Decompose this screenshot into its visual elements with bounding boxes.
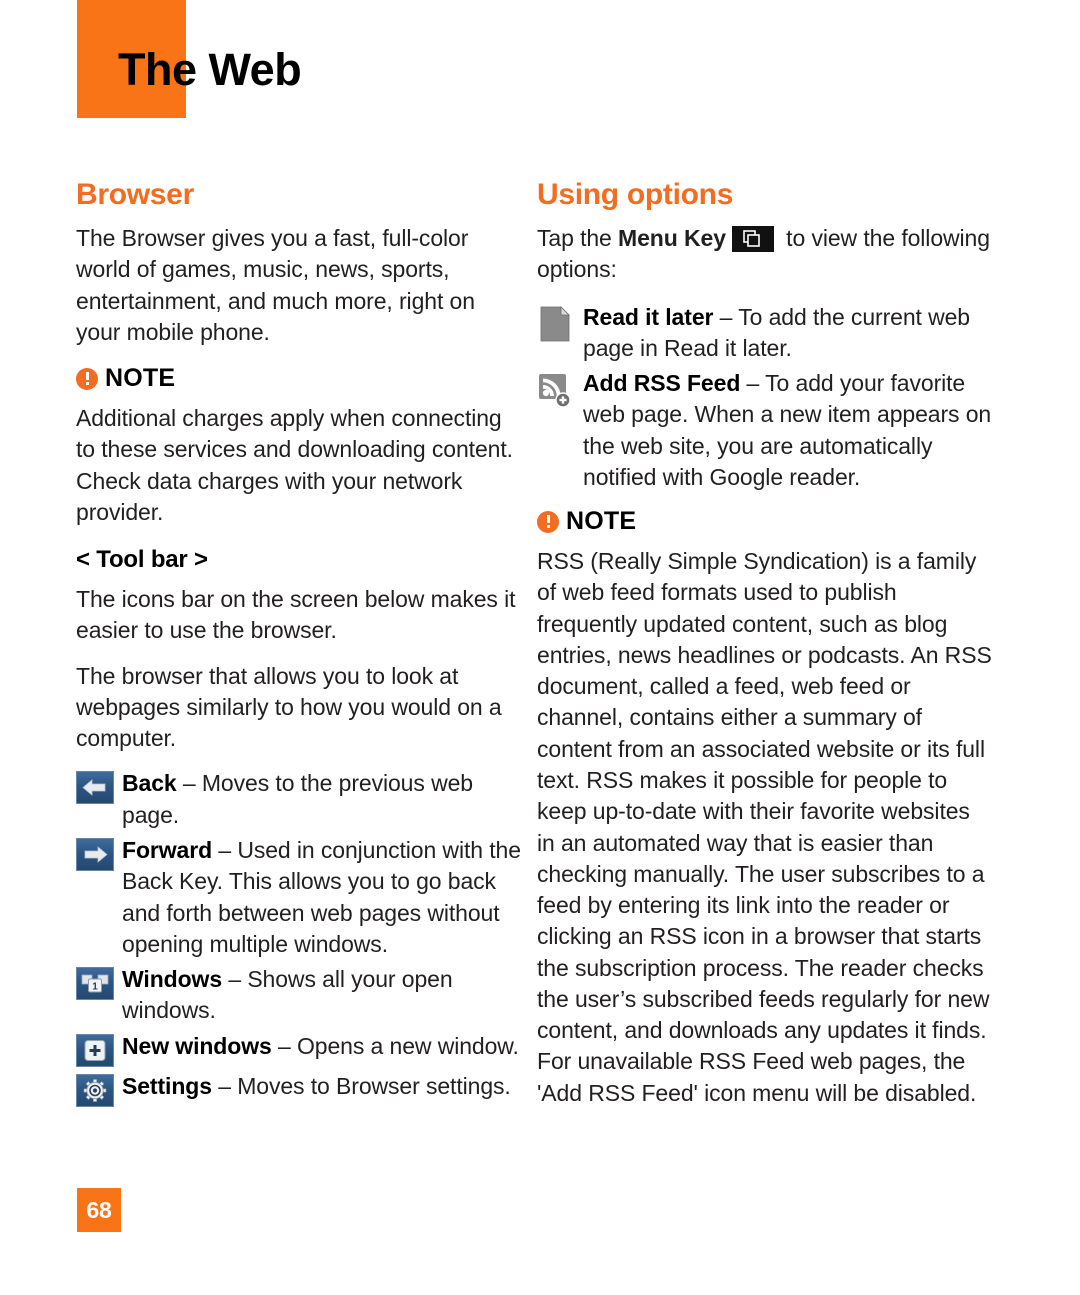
windows-stack-icon[interactable]: 1 [76,967,114,1001]
note-label: NOTE [566,507,637,536]
rss-add-icon[interactable] [537,371,583,409]
item-dash: – [176,770,202,797]
item-dash: – [740,370,766,397]
icon-cell [76,835,122,871]
note-paragraph-left: Additional charges apply when connecting… [76,405,513,525]
new-window-plus-icon[interactable] [76,1033,114,1067]
svg-text:1: 1 [92,982,98,993]
item-name: New windows [122,1032,272,1059]
note-label: NOTE [105,364,176,393]
list-item: Back – Moves to the previous web page. [76,768,521,831]
item-name: Forward [122,836,213,863]
item-description: Opens a new window. [296,1032,519,1059]
note-paragraph-right: RSS (Really Simple Syndication) is a fam… [537,548,992,1106]
page-title: The Web [118,44,302,95]
list-item: Add RSS Feed – To add your favorite web … [537,368,992,493]
page-header: The Web [0,0,1080,140]
document-page-icon[interactable] [537,305,583,343]
list-item-text: Back – Moves to the previous web page. [122,768,521,831]
gear-icon[interactable] [76,1073,114,1107]
list-item-text: Windows – Shows all your open windows. [122,964,521,1027]
right-column: Using options Tap the Menu Key to view t… [537,178,992,1125]
list-item: Read it later – To add the current web p… [537,302,992,365]
item-name: Settings [122,1072,212,1099]
list-item: Forward – Used in conjunction with the B… [76,835,521,960]
icon-cell [76,1071,122,1107]
note-heading-right: NOTE [537,507,992,536]
forward-arrow-icon[interactable] [76,837,114,871]
section-title-browser: Browser [76,178,194,211]
list-item-text: Read it later – To add the current web p… [583,302,992,365]
list-item-text: New windows – Opens a new window. [122,1031,521,1062]
section-title-using-options: Using options [537,178,734,211]
left-column: Browser The Browser gives you a fast, fu… [76,178,531,1125]
icon-cell [76,768,122,805]
item-description: Moves to Browser settings. [237,1072,511,1099]
list-item-text: Settings – Moves to Browser settings. [122,1071,521,1102]
subheading-tool-bar: < Tool bar > [76,546,208,574]
exclamation-circle-icon [76,367,98,390]
back-arrow-icon[interactable] [76,771,114,805]
toolbar-paragraph-2: The browser that allows you to look at w… [76,662,502,752]
item-dash: – [713,303,739,330]
item-dash: – [222,966,248,993]
note-heading-left: NOTE [76,364,521,393]
icon-cell: 1 [76,964,122,1001]
content-columns: Browser The Browser gives you a fast, fu… [0,178,1080,1125]
icon-cell [537,368,583,409]
intro-prefix: Tap the [537,225,619,251]
item-name: Read it later [583,303,714,330]
menu-key-label: Menu Key [618,225,726,251]
item-name: Add RSS Feed [583,370,741,397]
list-item-text: Add RSS Feed – To add your favorite web … [583,368,992,493]
icon-cell [537,302,583,343]
item-name: Back [122,770,177,797]
item-dash: – [271,1032,297,1059]
exclamation-circle-icon [537,510,559,533]
toolbar-paragraph-1: The icons bar on the screen below makes … [76,586,516,644]
list-item: 1 Windows – Shows all your open windows. [76,964,521,1027]
menu-key-icon[interactable] [731,226,774,252]
item-dash: – [212,836,238,863]
browser-intro-paragraph: The Browser gives you a fast, full-color… [76,225,475,345]
item-dash: – [211,1072,238,1099]
list-item: Settings – Moves to Browser settings. [76,1071,521,1107]
icon-cell [76,1031,122,1067]
page-number: 68 [77,1188,121,1232]
list-item: New windows – Opens a new window. [76,1031,521,1067]
item-name: Windows [122,966,223,993]
using-options-intro: Tap the Menu Key to view the following o… [537,223,992,286]
list-item-text: Forward – Used in conjunction with the B… [122,835,521,960]
